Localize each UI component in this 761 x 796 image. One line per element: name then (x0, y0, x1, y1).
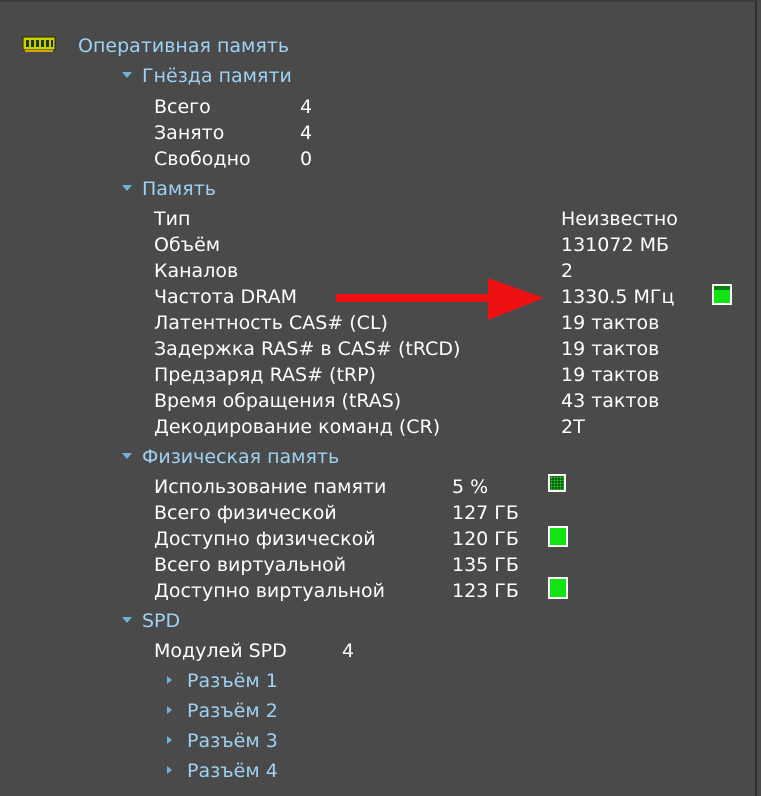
slots-used-value: 4 (300, 122, 313, 144)
spd-slot-2[interactable]: Разъём 2 (167, 698, 278, 724)
physical-available-value: 120 ГБ (452, 528, 519, 550)
section-slots-title: Гнёзда памяти (142, 65, 292, 87)
physical-available-label: Доступно физической (154, 528, 376, 550)
expand-arrow-icon[interactable] (167, 705, 172, 714)
virtual-available-value: 123 ГБ (452, 580, 519, 602)
physical-available-indicator (548, 526, 568, 547)
section-physical-memory[interactable]: Физическая память (122, 444, 339, 470)
memory-cl-value: 19 тактов (561, 312, 660, 334)
physical-total-value: 127 ГБ (452, 502, 519, 524)
section-memory[interactable]: Память (122, 176, 216, 202)
expand-arrow-icon[interactable] (167, 735, 172, 744)
memory-channels-value: 2 (561, 260, 574, 282)
expand-arrow-icon[interactable] (122, 71, 132, 78)
spd-modules-value: 4 (342, 640, 355, 662)
usage-graph-indicator (548, 474, 566, 492)
memory-type-value: Неизвестно (561, 208, 678, 230)
section-memory-title: Память (142, 178, 216, 200)
section-physical-title: Физическая память (142, 446, 340, 468)
memory-trcd-value: 19 тактов (561, 338, 660, 360)
spd-slot-label: Разъём 3 (187, 730, 278, 752)
memory-frequency-label: Частота DRAM (154, 286, 298, 308)
expand-arrow-icon[interactable] (167, 675, 172, 684)
slots-total-label: Всего (154, 96, 211, 118)
virtual-total-value: 135 ГБ (452, 554, 519, 576)
spd-slot-4[interactable]: Разъём 4 (167, 758, 278, 784)
spd-slot-label: Разъём 1 (187, 670, 278, 692)
memory-size-label: Объём (154, 234, 221, 256)
spd-slot-1[interactable]: Разъём 1 (167, 668, 278, 694)
red-arrow-annotation-icon (336, 278, 544, 320)
expand-arrow-icon[interactable] (122, 184, 132, 191)
virtual-available-indicator (548, 577, 568, 599)
memory-frequency-value: 1330.5 МГц (561, 286, 675, 308)
memory-trp-value: 19 тактов (561, 364, 660, 386)
slots-free-label: Свободно (154, 148, 251, 170)
virtual-total-label: Всего виртуальной (154, 554, 347, 576)
slots-used-label: Занято (154, 122, 225, 144)
frequency-status-indicator (712, 284, 732, 305)
memory-channels-label: Каналов (154, 260, 239, 282)
slots-total-value: 4 (300, 96, 313, 118)
spd-modules-label: Модулей SPD (154, 640, 287, 662)
physical-total-label: Всего физической (154, 502, 337, 524)
memory-tras-value: 43 тактов (561, 390, 660, 412)
memory-size-value: 131072 МБ (561, 234, 669, 256)
memory-cr-label: Декодирование команд (CR) (154, 416, 441, 438)
physical-usage-value: 5 % (452, 476, 489, 498)
expand-arrow-icon[interactable] (122, 616, 132, 623)
spd-slot-3[interactable]: Разъём 3 (167, 728, 278, 754)
section-spd[interactable]: SPD (122, 608, 180, 634)
root-label[interactable]: Оперативная память (78, 35, 289, 57)
physical-usage-label: Использование памяти (154, 476, 387, 498)
slots-free-value: 0 (300, 148, 313, 170)
ram-module-icon (22, 32, 56, 61)
expand-arrow-icon[interactable] (122, 452, 132, 459)
section-slots[interactable]: Гнёзда памяти (122, 63, 292, 89)
spd-slot-label: Разъём 2 (187, 700, 278, 722)
spd-slot-label: Разъём 4 (187, 760, 278, 782)
memory-trp-label: Предзаряд RAS# (tRP) (154, 364, 376, 386)
memory-type-label: Тип (154, 208, 191, 230)
memory-tras-label: Время обращения (tRAS) (154, 390, 402, 412)
memory-trcd-label: Задержка RAS# в CAS# (tRCD) (154, 338, 461, 360)
virtual-available-label: Доступно виртуальной (154, 580, 386, 602)
expand-arrow-icon[interactable] (167, 765, 172, 774)
memory-cr-value: 2T (561, 416, 585, 438)
section-spd-title: SPD (142, 610, 181, 632)
root-node[interactable]: Оперативная память (22, 32, 289, 61)
